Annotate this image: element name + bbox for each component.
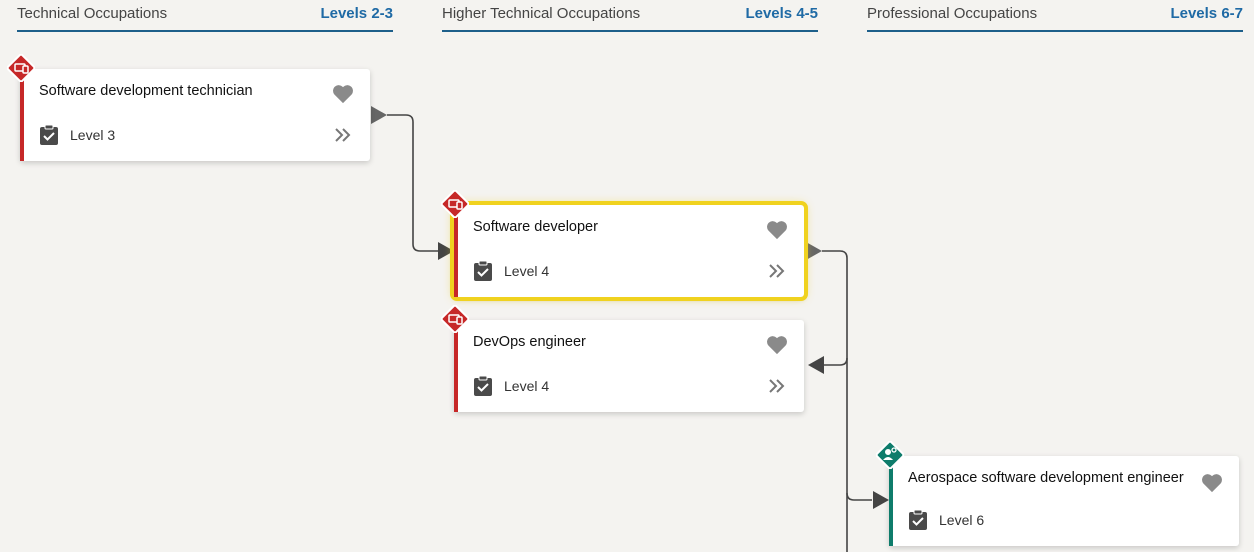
occupation-card-software-development-technician[interactable]: Software development technician Level 3 — [20, 69, 370, 161]
clipboard-check-icon — [474, 376, 492, 396]
level-label: Level 3 — [70, 127, 116, 143]
occupation-card-aerospace-software-development-engineer[interactable]: Aerospace software development engineer … — [889, 456, 1239, 546]
out-arrow-developer — [806, 242, 822, 260]
clipboard-check-icon — [474, 261, 492, 281]
level-row: Level 3 — [39, 125, 115, 145]
connector-developer-trunk — [822, 250, 848, 552]
heart-icon[interactable] — [766, 335, 788, 355]
in-arrow-developer — [438, 242, 454, 260]
level-label: Level 6 — [939, 512, 985, 528]
double-chevron-right-icon[interactable] — [334, 127, 352, 143]
in-arrow-devops — [808, 356, 824, 374]
digital-route-badge-icon — [441, 305, 469, 333]
occupation-card-devops-engineer[interactable]: DevOps engineer Level 4 — [454, 320, 804, 412]
connector-to-aerospace — [846, 492, 872, 501]
in-arrow-aerospace — [873, 491, 889, 509]
occupation-title[interactable]: DevOps engineer — [473, 334, 586, 350]
digital-route-badge-icon — [7, 54, 35, 82]
occupation-title[interactable]: Software development technician — [39, 83, 253, 99]
engineering-route-badge-icon — [876, 441, 904, 469]
clipboard-check-icon — [909, 510, 927, 530]
occupation-title[interactable]: Software developer — [473, 219, 598, 235]
clipboard-check-icon — [40, 125, 58, 145]
heart-icon[interactable] — [1201, 473, 1223, 493]
level-label: Level 4 — [504, 378, 550, 394]
heart-icon[interactable] — [332, 84, 354, 104]
double-chevron-right-icon[interactable] — [768, 263, 786, 279]
occupation-title[interactable]: Aerospace software development engineer — [908, 470, 1184, 486]
digital-route-badge-icon — [441, 190, 469, 218]
level-row: Level 4 — [473, 376, 549, 396]
level-row: Level 6 — [908, 510, 984, 530]
level-row: Level 4 — [473, 261, 549, 281]
heart-icon[interactable] — [766, 220, 788, 240]
double-chevron-right-icon[interactable] — [768, 378, 786, 394]
connector-to-devops — [822, 357, 848, 366]
out-arrow-technician — [371, 106, 387, 124]
occupation-card-software-developer[interactable]: Software developer Level 4 — [450, 201, 808, 301]
connector-technician-to-developer — [387, 114, 440, 252]
level-label: Level 4 — [504, 263, 550, 279]
